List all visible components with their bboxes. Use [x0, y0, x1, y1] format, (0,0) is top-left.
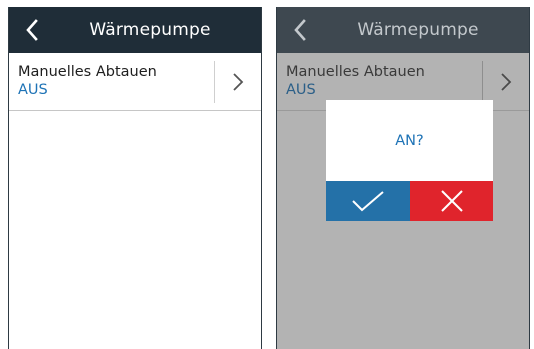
dialog-message: AN? — [395, 132, 424, 149]
x-icon — [440, 190, 463, 212]
open-setting-button — [495, 71, 517, 93]
row-divider — [214, 61, 215, 103]
row-divider — [482, 61, 483, 103]
chevron-right-icon — [501, 73, 512, 91]
checkmark-icon — [352, 191, 384, 212]
back-button[interactable] — [21, 19, 43, 41]
screen-normal: Wärmepumpe Manuelles Abtauen AUS — [8, 7, 262, 349]
dialog-body: AN? — [326, 100, 493, 181]
page-title: Wärmepumpe — [89, 20, 211, 40]
confirm-dialog: AN? — [326, 100, 493, 221]
setting-label: Manuelles Abtauen — [286, 64, 425, 80]
setting-value: AUS — [18, 82, 48, 98]
cancel-button[interactable] — [410, 181, 493, 221]
chevron-left-icon — [26, 19, 38, 41]
open-setting-button[interactable] — [227, 71, 249, 93]
setting-row-manual-defrost[interactable]: Manuelles Abtauen AUS — [9, 53, 261, 111]
screen-with-dialog: Wärmepumpe Manuelles Abtauen AUS AN? — [276, 7, 530, 349]
page-title: Wärmepumpe — [357, 20, 479, 40]
setting-label: Manuelles Abtauen — [18, 64, 157, 80]
header-bar: Wärmepumpe — [277, 7, 529, 53]
confirm-button[interactable] — [326, 181, 410, 221]
back-button[interactable] — [289, 19, 311, 41]
chevron-right-icon — [233, 73, 244, 91]
setting-value: AUS — [286, 82, 316, 98]
header-bar: Wärmepumpe — [9, 7, 261, 53]
chevron-left-icon — [294, 19, 306, 41]
